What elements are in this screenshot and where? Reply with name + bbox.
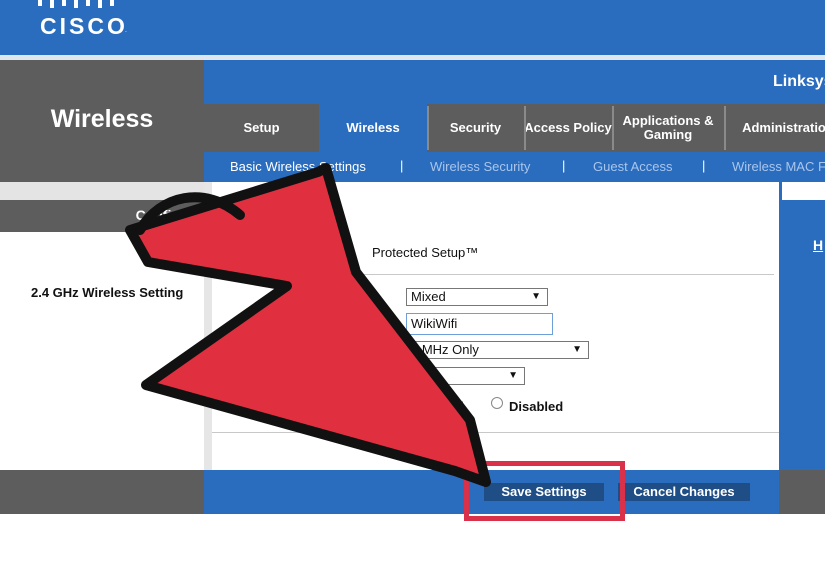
ssid-value: WikiWifi <box>411 316 458 331</box>
wps-label: Protected Setup™ <box>372 245 479 260</box>
network-mode-value: Mixed <box>411 289 446 304</box>
cisco-logo-text: CISCO <box>40 13 128 39</box>
subnav-separator: | <box>702 158 706 173</box>
subnav-wireless-security[interactable]: Wireless Security <box>430 159 530 174</box>
ssid-input[interactable]: WikiWifi <box>406 313 553 335</box>
chevron-down-icon: ▼ <box>508 370 518 381</box>
network-mode-select[interactable]: Mixed ▼ <box>406 288 548 306</box>
model-name: Linksys <box>773 73 825 90</box>
configuration-label: Configur <box>135 207 194 223</box>
tab-separator <box>524 106 526 150</box>
manual-label: Manu <box>258 245 291 260</box>
tab-applications-gaming[interactable]: Applications & Gaming <box>612 104 724 152</box>
sidebar-footer <box>0 470 204 514</box>
tab-separator <box>427 106 429 150</box>
help-link[interactable]: H <box>813 237 823 253</box>
tab-separator <box>724 106 726 150</box>
channel-value: o <box>411 368 419 383</box>
tab-wireless[interactable]: Wireless <box>319 104 427 152</box>
page-title: Wireless <box>50 105 154 133</box>
content-left-frame <box>204 182 212 470</box>
sidebar-spacer <box>0 182 204 200</box>
cisco-logo-mark: . <box>125 27 127 34</box>
channel-select[interactable]: o ▼ <box>406 367 525 385</box>
subnav-guest-access[interactable]: Guest Access <box>593 159 672 174</box>
content-bottom-divider <box>212 432 779 433</box>
tab-separator <box>612 106 614 150</box>
save-highlight-box <box>464 461 625 521</box>
ssid-broadcast-disabled-label: Disabled <box>509 399 564 414</box>
chevron-down-icon: ▼ <box>572 344 582 355</box>
wireless-setting-label: 2.4 GHz Wireless Setting <box>31 285 184 300</box>
subnav-basic-wireless-settings[interactable]: Basic Wireless Settings <box>230 159 366 174</box>
tab-administration[interactable]: Administratio <box>724 104 825 152</box>
subnav-wireless-mac-filter[interactable]: Wireless MAC F <box>732 159 825 174</box>
tab-access-policy[interactable]: Access Policy <box>524 104 612 152</box>
action-bar-right <box>779 470 825 514</box>
model-bar <box>204 60 825 104</box>
chevron-down-icon: ▼ <box>531 291 541 302</box>
channel-width-select[interactable]: 0 MHz Only ▼ <box>406 341 589 359</box>
cancel-button[interactable]: Cancel Changes <box>618 483 750 501</box>
ssid-broadcast-disabled-radio[interactable] <box>491 397 503 409</box>
subnav-separator: | <box>562 158 566 173</box>
manual-radio[interactable] <box>240 242 252 254</box>
cisco-logo-bars <box>38 0 130 8</box>
section-divider <box>212 274 774 275</box>
tab-security[interactable]: Security <box>427 104 524 152</box>
channel-width-value: 0 MHz Only <box>411 342 479 357</box>
subnav-separator: | <box>400 158 404 173</box>
tab-setup[interactable]: Setup <box>204 104 319 152</box>
ssid-broadcast-enabled-label: bled <box>437 399 464 414</box>
